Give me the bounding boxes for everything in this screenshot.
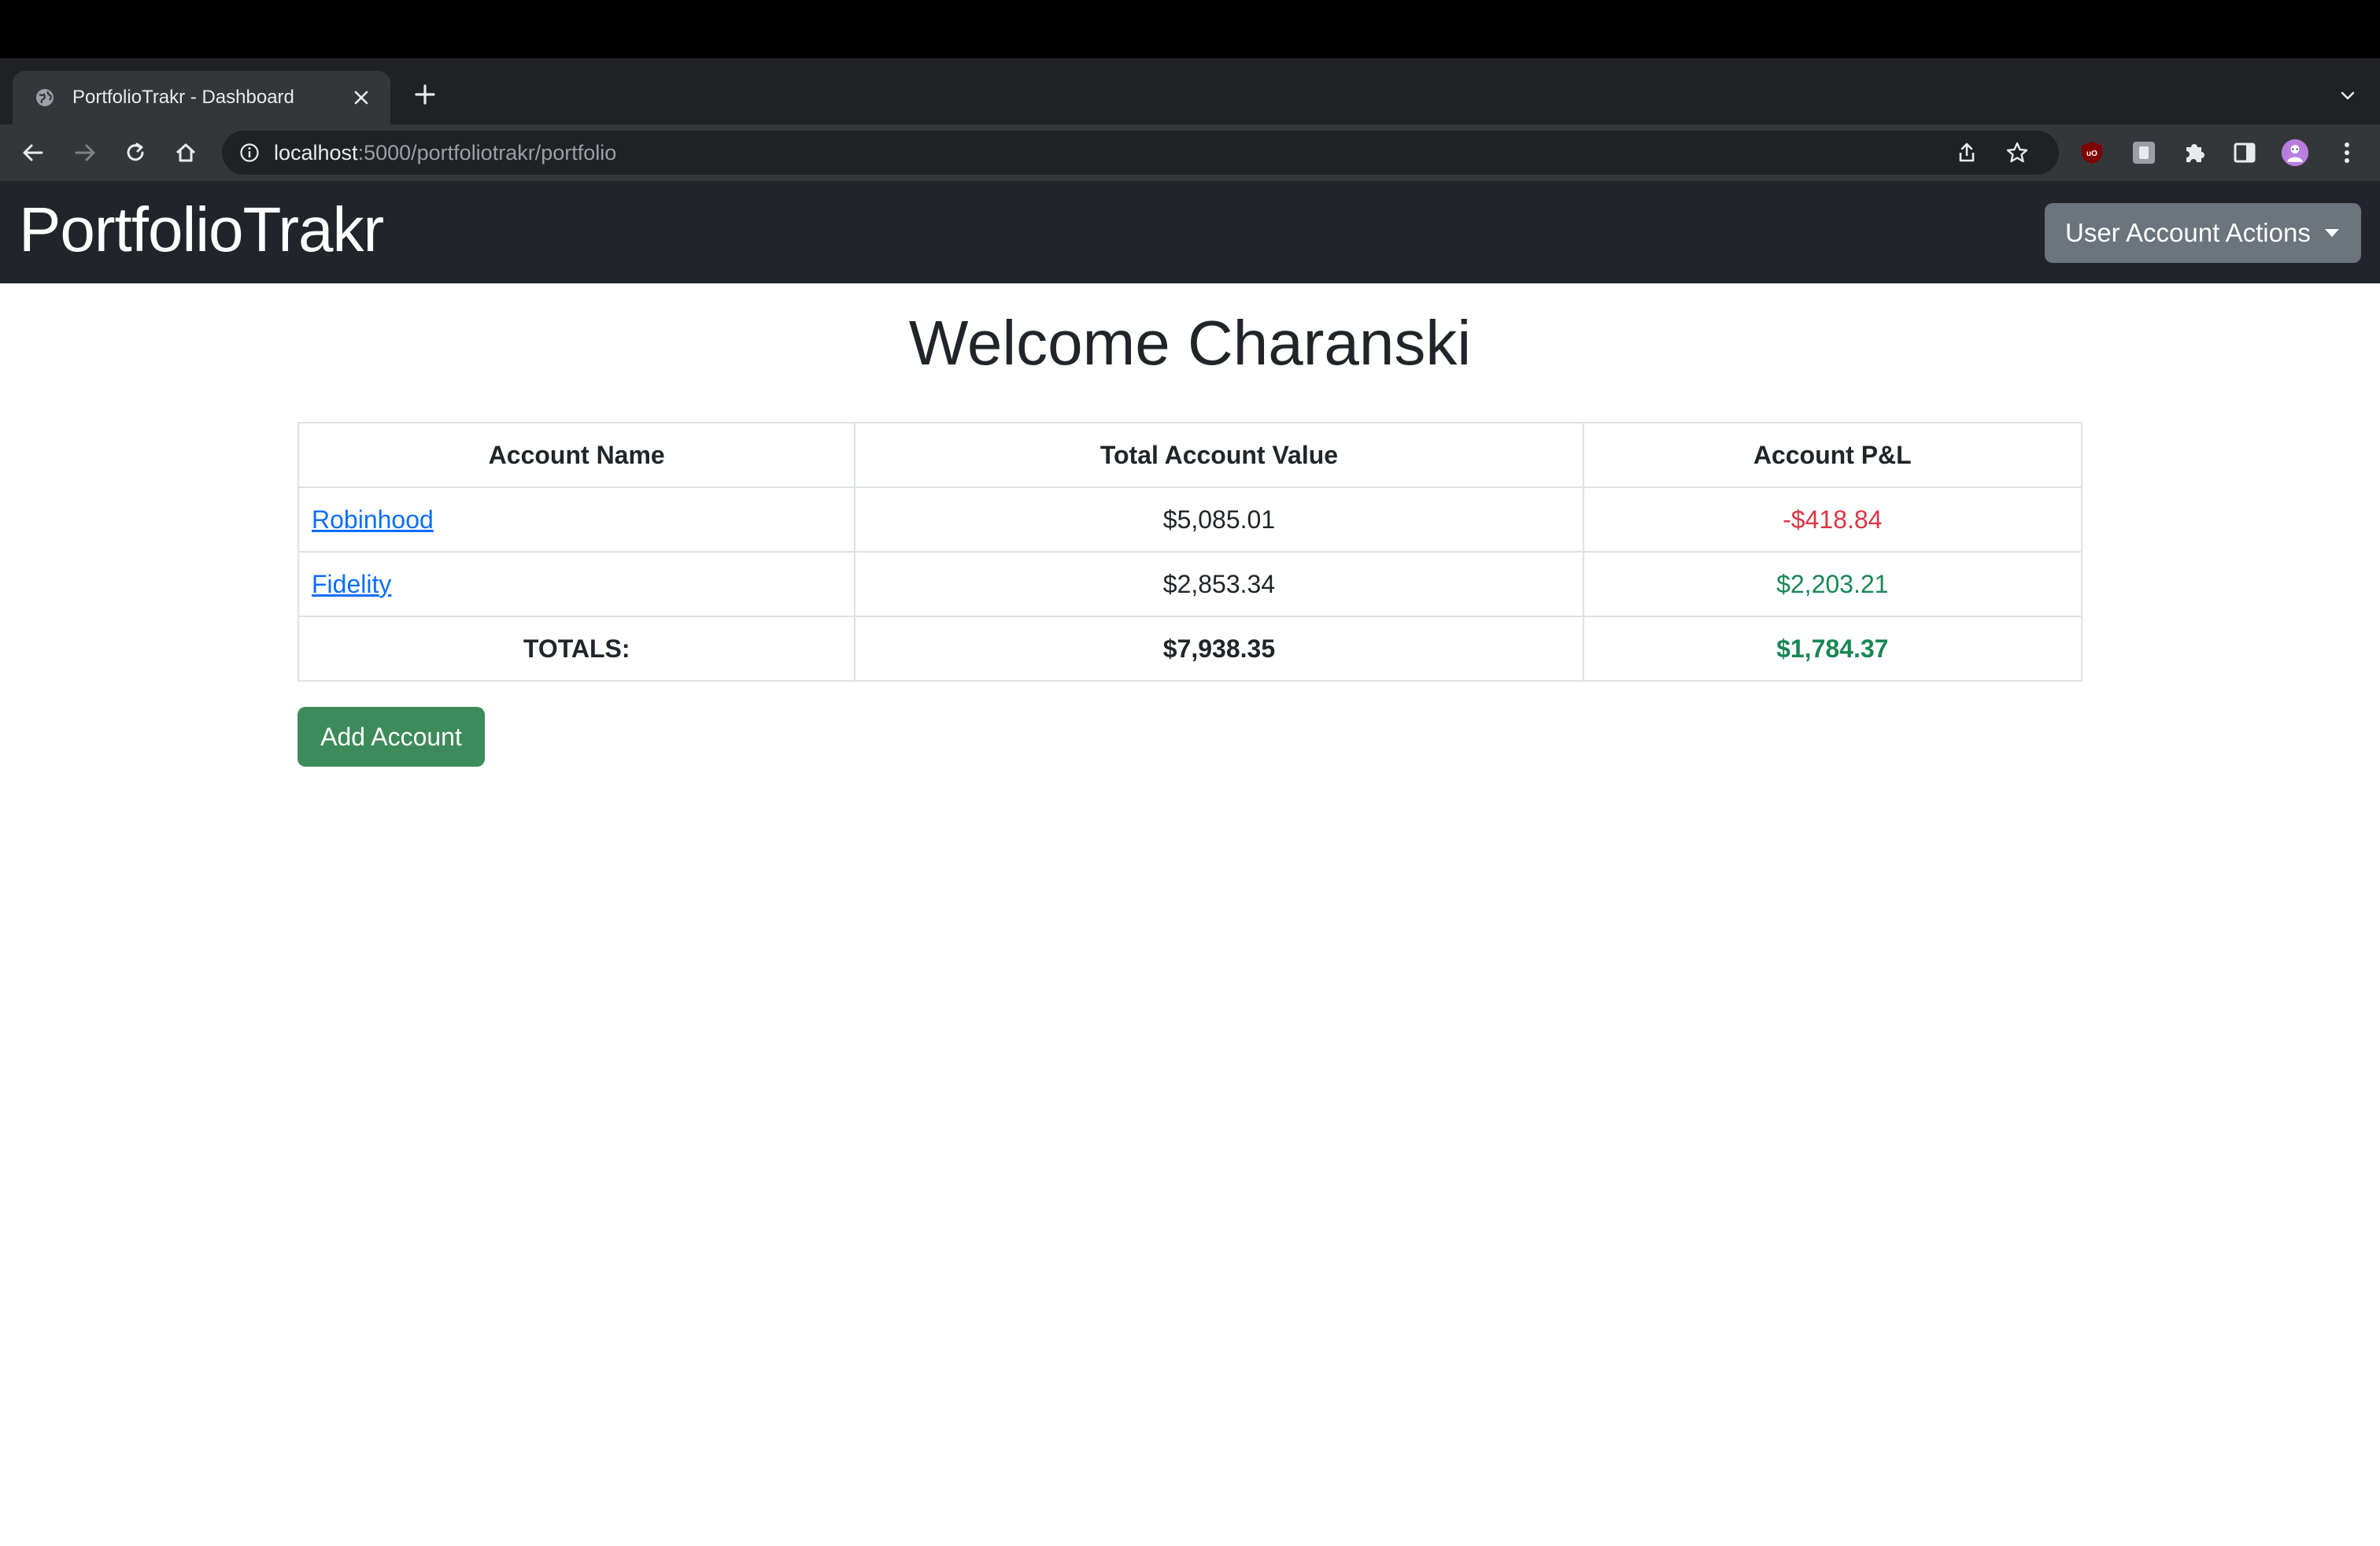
address-bar[interactable]: localhost:5000/portfoliotrakr/portfolio	[222, 131, 2059, 175]
add-account-button[interactable]: Add Account	[298, 707, 485, 767]
forward-arrow-icon[interactable]	[68, 135, 102, 170]
accounts-table: Account Name Total Account Value Account…	[297, 422, 2083, 682]
kebab-menu-icon[interactable]	[2333, 139, 2361, 167]
share-icon[interactable]	[1953, 139, 1980, 166]
system-top-bar	[0, 0, 2380, 58]
app-navbar: PortfolioTrakr User Account Actions	[0, 181, 2380, 283]
side-panel-icon[interactable]	[2230, 139, 2259, 167]
account-value-cell: $2,853.34	[854, 551, 1584, 617]
dropdown-label: User Account Actions	[2065, 218, 2311, 247]
reload-icon[interactable]	[118, 135, 153, 170]
browser-tab-strip: PortfolioTrakr - Dashboard	[0, 58, 2380, 124]
caret-down-icon	[2325, 229, 2339, 237]
account-link-fidelity[interactable]: Fidelity	[312, 570, 391, 598]
table-row: Fidelity $2,853.34 $2,203.21	[297, 551, 2083, 617]
brand-logo[interactable]: PortfolioTrakr	[19, 198, 384, 261]
column-header-account-name: Account Name	[297, 422, 856, 488]
account-link-robinhood[interactable]: Robinhood	[312, 505, 434, 534]
account-name-cell: Fidelity	[297, 551, 856, 617]
star-icon[interactable]	[2004, 139, 2031, 166]
account-name-cell: Robinhood	[297, 486, 856, 553]
puzzle-icon[interactable]	[2180, 139, 2208, 167]
tab-title: PortfolioTrakr - Dashboard	[72, 87, 294, 108]
column-header-pnl: Account P&L	[1582, 422, 2083, 488]
url-text: localhost:5000/portfoliotrakr/portfolio	[274, 141, 616, 165]
account-pnl-cell: $2,203.21	[1582, 551, 2083, 617]
plus-icon[interactable]	[409, 79, 441, 110]
svg-text:uO: uO	[2086, 150, 2097, 158]
totals-row: TOTALS: $7,938.35 $1,784.37	[297, 616, 2083, 682]
account-value-cell: $5,085.01	[854, 486, 1584, 553]
account-pnl-cell: -$418.84	[1582, 486, 2083, 553]
info-icon[interactable]	[236, 139, 263, 166]
chevron-down-icon[interactable]	[2334, 82, 2361, 109]
profile-avatar[interactable]	[2281, 139, 2309, 167]
totals-value: $7,938.35	[854, 616, 1584, 682]
extension-icon[interactable]	[2130, 139, 2158, 167]
globe-icon	[33, 86, 57, 109]
totals-pnl: $1,784.37	[1582, 616, 2083, 682]
url-host: localhost	[274, 140, 358, 165]
page-title: Welcome Charanski	[908, 308, 1472, 378]
ublock-extension-icon[interactable]: uO	[2078, 139, 2106, 167]
table-row: Robinhood $5,085.01 -$418.84	[297, 486, 2083, 553]
back-arrow-icon[interactable]	[16, 135, 50, 170]
user-account-actions-dropdown[interactable]: User Account Actions	[2045, 203, 2361, 263]
browser-tab[interactable]: PortfolioTrakr - Dashboard	[13, 71, 390, 124]
url-path: :5000/portfoliotrakr/portfolio	[357, 140, 617, 165]
table-header-row: Account Name Total Account Value Account…	[297, 422, 2083, 488]
column-header-total-value: Total Account Value	[854, 422, 1584, 488]
close-icon[interactable]	[348, 84, 375, 111]
totals-label: TOTALS:	[297, 616, 856, 682]
browser-toolbar: localhost:5000/portfoliotrakr/portfolio	[0, 124, 2380, 181]
home-icon[interactable]	[168, 135, 203, 170]
